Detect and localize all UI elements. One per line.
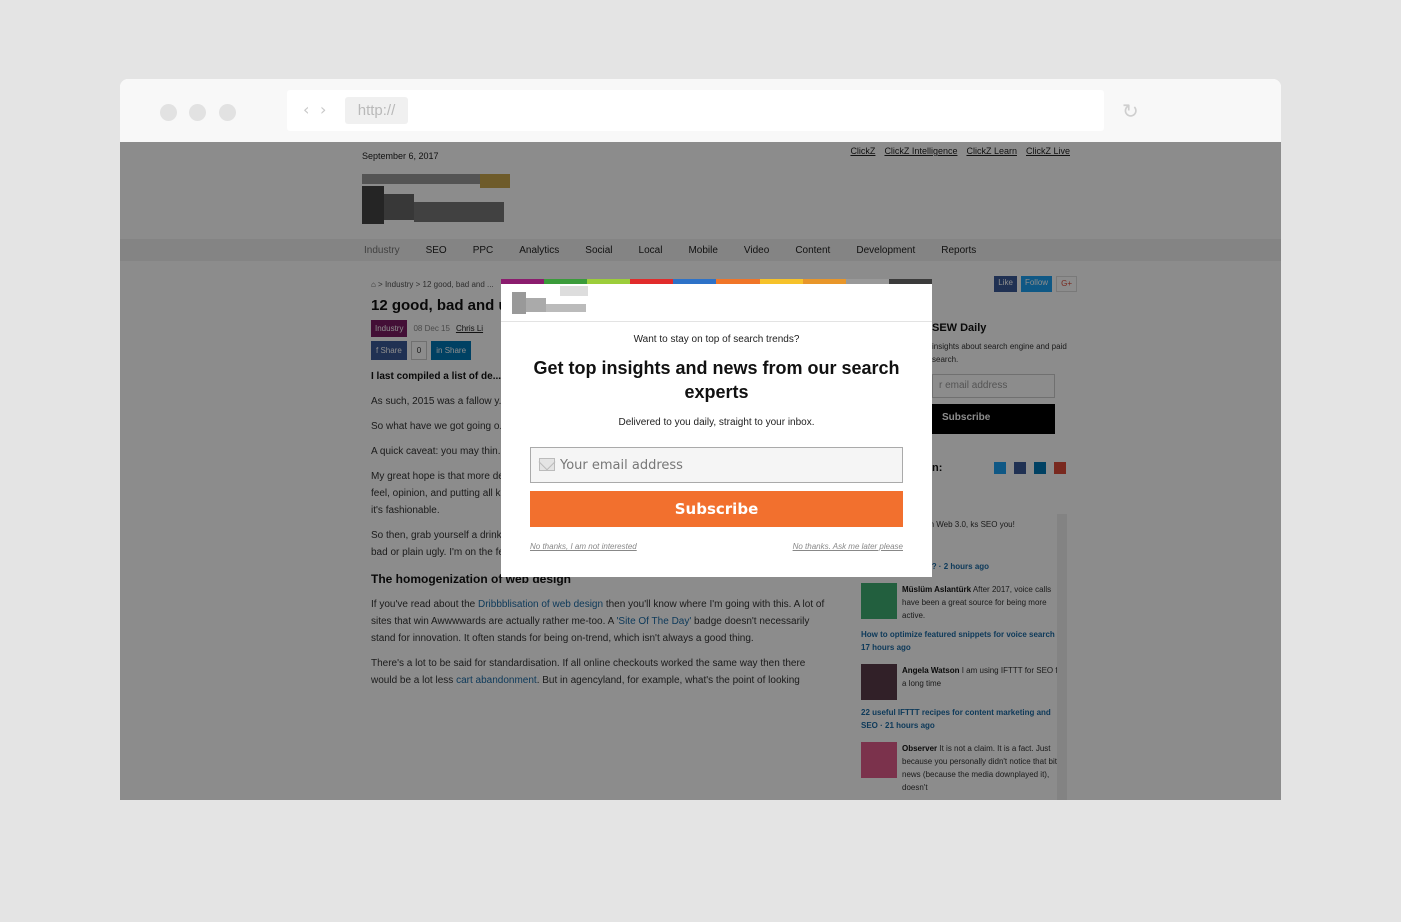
stripe-segment [544, 279, 588, 284]
modal-subscribe-button[interactable]: Subscribe [530, 491, 903, 527]
url-input[interactable]: http:// [345, 97, 408, 124]
modal-kicker: Want to stay on top of search trends? [633, 334, 800, 345]
stripe-segment [673, 279, 717, 284]
stripe-segment [716, 279, 760, 284]
stripe-segment [587, 279, 631, 284]
stripe-segment [888, 279, 932, 284]
window-minimize-dot[interactable] [189, 104, 206, 121]
stripe-segment [501, 279, 545, 284]
web-page: September 6, 2017 ClickZ ClickZ Intellig… [120, 142, 1281, 800]
window-maximize-dot[interactable] [219, 104, 236, 121]
modal-headline: Get top insights and news from our searc… [533, 358, 900, 402]
envelope-icon [539, 458, 555, 471]
stripe-segment [802, 279, 846, 284]
reload-icon[interactable]: ↻ [1122, 99, 1139, 123]
forward-icon[interactable]: › [320, 100, 326, 119]
browser-toolbar: ‹ › http:// ↻ [120, 79, 1281, 142]
newsletter-modal: Want to stay on top of search trends? Ge… [501, 279, 932, 577]
window-close-dot[interactable] [160, 104, 177, 121]
modal-subtext: Delivered to you daily, straight to your… [618, 417, 815, 428]
browser-window: ‹ › http:// ↻ September 6, 2017 ClickZ C… [120, 79, 1281, 800]
modal-email-input[interactable]: Your email address [530, 447, 903, 483]
stripe-segment [845, 279, 889, 284]
ask-later-link[interactable]: No thanks. Ask me later please [793, 542, 903, 551]
address-bar[interactable]: ‹ › http:// [287, 90, 1104, 131]
modal-logo [512, 286, 592, 316]
back-icon[interactable]: ‹ [303, 100, 309, 119]
stripe-segment [630, 279, 674, 284]
color-stripe [501, 279, 932, 284]
decline-link[interactable]: No thanks, I am not interested [530, 542, 637, 551]
stripe-segment [759, 279, 803, 284]
email-placeholder: Your email address [560, 458, 683, 473]
